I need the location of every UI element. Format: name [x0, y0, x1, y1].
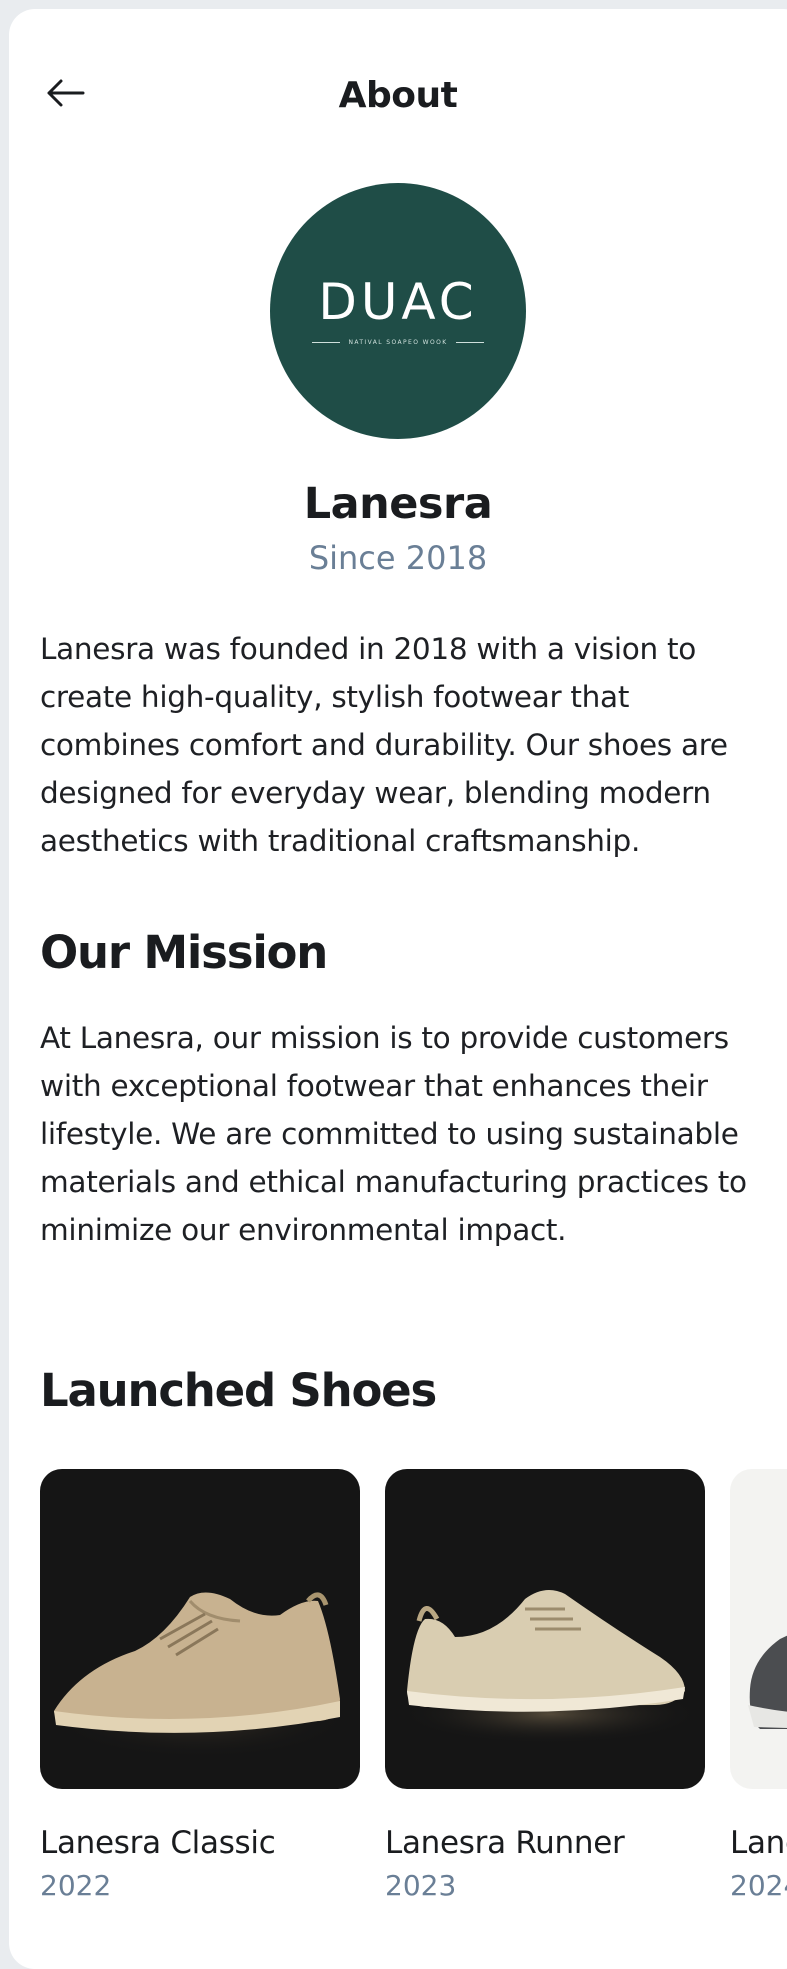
brand-logo: DUAC NATIVAL SOAPEO WOOK: [270, 183, 526, 439]
launched-shoes-carousel[interactable]: Lanesra Classic 2022 Lanesra Runner 2023…: [40, 1469, 787, 1939]
page-title: About: [338, 75, 458, 116]
logo-tagline: NATIVAL SOAPEO WOOK: [312, 339, 484, 346]
brand-since: Since 2018: [308, 539, 488, 577]
shoe-image: [385, 1469, 705, 1789]
launched-shoes-title: Launched Shoes: [40, 1364, 437, 1417]
shoe-name: Lanesra Runner: [385, 1825, 625, 1861]
shoe-name: Lanesra: [730, 1825, 787, 1861]
logo-wordmark: DUAC: [318, 272, 478, 331]
shoe-illustration: [50, 1592, 350, 1759]
shoe-year: 2023: [385, 1869, 457, 1902]
shoe-card[interactable]: Lanesra Runner 2023: [385, 1469, 705, 1902]
shoe-card[interactable]: Lanesra Classic 2022: [40, 1469, 360, 1902]
shoe-image: [40, 1469, 360, 1789]
about-description: Lanesra was founded in 2018 with a visio…: [40, 632, 728, 858]
mission-description: At Lanesra, our mission is to provide cu…: [40, 1021, 747, 1247]
about-screen: About DUAC NATIVAL SOAPEO WOOK Lanesra S…: [9, 9, 787, 1969]
shoe-card[interactable]: Lanesra 2024: [730, 1469, 787, 1902]
shoe-illustration: [748, 1635, 787, 1729]
shoe-illustration: [400, 1590, 700, 1744]
shoe-year: 2022: [40, 1869, 112, 1902]
mission-title: Our Mission: [40, 926, 328, 979]
shoe-name: Lanesra Classic: [40, 1825, 276, 1861]
header-bar: About: [9, 9, 787, 169]
brand-name: Lanesra: [303, 479, 493, 529]
shoe-year: 2024: [730, 1869, 787, 1902]
shoe-image: [730, 1469, 787, 1789]
